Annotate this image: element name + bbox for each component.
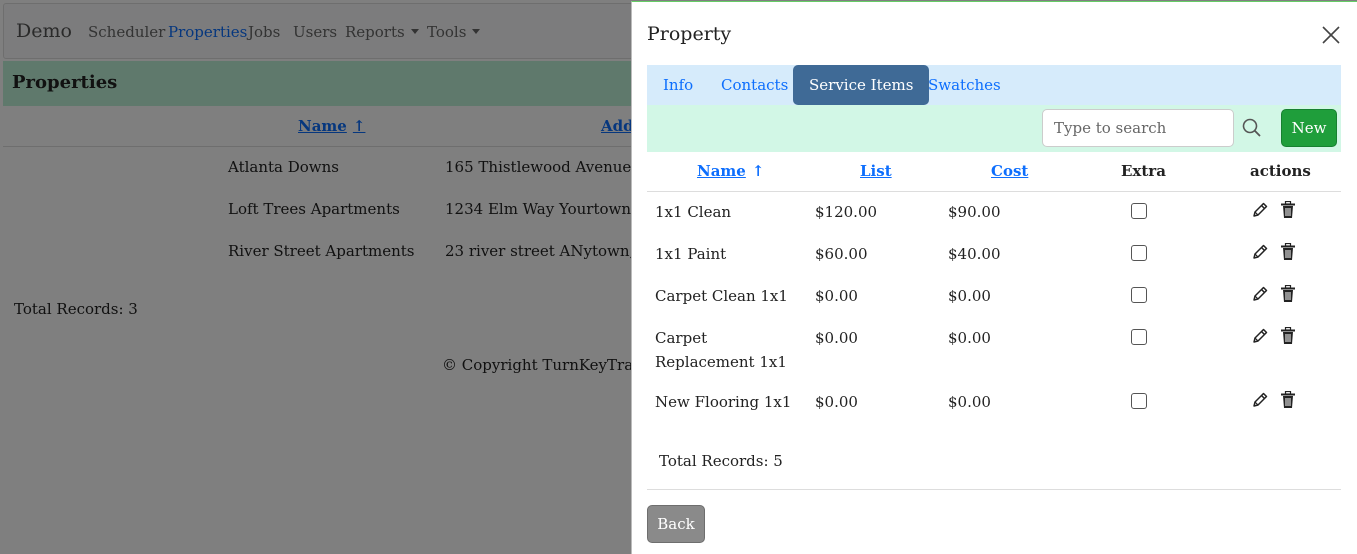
trash-icon[interactable] xyxy=(1280,326,1296,345)
item-name: New Flooring 1x1 xyxy=(655,393,792,411)
actions-header: actions xyxy=(1250,162,1311,180)
tab-info[interactable]: Info xyxy=(647,65,709,105)
name-header: Name xyxy=(697,162,746,180)
trash-icon[interactable] xyxy=(1280,242,1296,261)
item-name: Carpet Replacement 1x1 xyxy=(655,329,787,371)
pencil-icon[interactable] xyxy=(1251,201,1269,219)
back-button[interactable]: Back xyxy=(647,505,705,543)
item-name: 1x1 Paint xyxy=(655,245,727,263)
extra-checkbox[interactable] xyxy=(1131,329,1147,345)
panel-title: Property xyxy=(647,23,732,45)
item-cost: $90.00 xyxy=(948,203,1001,221)
tab-swatches[interactable]: Swatches xyxy=(912,65,1017,105)
item-list-price: $0.00 xyxy=(815,329,858,347)
sort-by-cost[interactable]: Cost xyxy=(991,162,1028,180)
pencil-icon[interactable] xyxy=(1251,391,1269,409)
item-list-price: $0.00 xyxy=(815,393,858,411)
extra-header: Extra xyxy=(1121,162,1166,180)
pencil-icon[interactable] xyxy=(1251,243,1269,261)
sort-by-name[interactable]: Name ↑ xyxy=(697,162,764,180)
item-cost: $40.00 xyxy=(948,245,1001,263)
pencil-icon[interactable] xyxy=(1251,327,1269,345)
item-cost: $0.00 xyxy=(948,287,991,305)
tab-bar: Info Contacts Service Items Swatches xyxy=(647,65,1341,105)
item-cost: $0.00 xyxy=(948,393,991,411)
new-button[interactable]: New xyxy=(1281,109,1337,147)
header-divider xyxy=(647,191,1341,192)
toolbar: New xyxy=(647,105,1341,152)
property-panel: Property Info Contacts Service Items Swa… xyxy=(631,1,1357,554)
tab-service-items[interactable]: Service Items xyxy=(793,65,930,105)
item-name: Carpet Clean 1x1 xyxy=(655,287,788,305)
close-icon[interactable] xyxy=(1320,24,1342,46)
total-records: Total Records: 5 xyxy=(659,452,783,470)
extra-checkbox[interactable] xyxy=(1131,245,1147,261)
item-list-price: $60.00 xyxy=(815,245,868,263)
footer-divider xyxy=(647,489,1341,490)
tab-contacts[interactable]: Contacts xyxy=(705,65,804,105)
sort-by-list[interactable]: List xyxy=(860,162,892,180)
extra-checkbox[interactable] xyxy=(1131,393,1147,409)
extra-checkbox[interactable] xyxy=(1131,287,1147,303)
item-name: 1x1 Clean xyxy=(655,203,732,221)
search-input[interactable] xyxy=(1042,109,1234,147)
extra-checkbox[interactable] xyxy=(1131,203,1147,219)
item-list-price: $0.00 xyxy=(815,287,858,305)
trash-icon[interactable] xyxy=(1280,390,1296,409)
search-icon[interactable] xyxy=(1239,115,1265,141)
trash-icon[interactable] xyxy=(1280,200,1296,219)
item-list-price: $120.00 xyxy=(815,203,878,221)
pencil-icon[interactable] xyxy=(1251,285,1269,303)
trash-icon[interactable] xyxy=(1280,284,1296,303)
sort-arrow-icon: ↑ xyxy=(751,162,765,180)
item-cost: $0.00 xyxy=(948,329,991,347)
